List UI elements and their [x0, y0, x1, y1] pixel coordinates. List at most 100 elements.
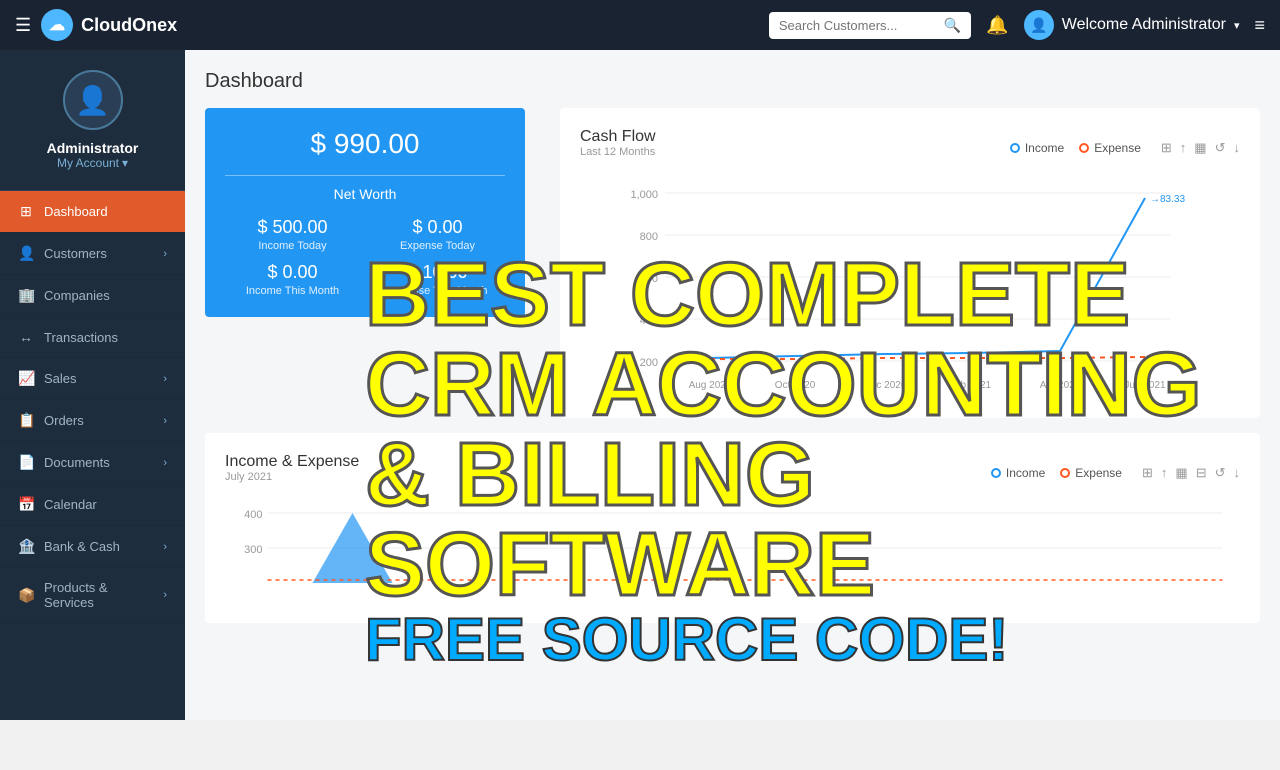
chevron-right-icon: ›	[163, 457, 167, 469]
ie-expense-dot	[1060, 468, 1070, 478]
ie-chart-grid-icon[interactable]: ⊟	[1196, 465, 1207, 481]
bell-icon[interactable]: 🔔	[986, 15, 1008, 36]
search-icon[interactable]: 🔍	[944, 17, 961, 34]
income-today-value: $ 500.00	[225, 217, 360, 238]
chevron-right-icon: ›	[163, 415, 167, 427]
my-account-link[interactable]: My Account ▾	[57, 156, 128, 170]
sidebar-item-documents[interactable]: 📄 Documents ›	[0, 442, 185, 484]
cash-flow-title: Cash Flow	[580, 128, 656, 146]
sales-icon: 📈	[18, 370, 34, 387]
sidebar-item-bank[interactable]: 🏦 Bank & Cash ›	[0, 526, 185, 568]
expense-dot	[1079, 143, 1089, 153]
income-dot	[1010, 143, 1020, 153]
sidebar-item-label: Products & Services	[44, 580, 153, 610]
svg-text:→: →	[1150, 194, 1160, 205]
income-expense-svg: 400 300	[225, 498, 1240, 598]
expense-today-label: Expense Today	[370, 240, 505, 252]
dashboard-icon: ⊞	[18, 203, 34, 220]
legend-income: Income	[1010, 141, 1064, 155]
chevron-right-icon: ›	[163, 589, 167, 601]
sidebar-item-companies[interactable]: 🏢 Companies	[0, 275, 185, 317]
svg-text:→: →	[1150, 353, 1160, 364]
logo: ☁ CloudOnex	[41, 9, 177, 41]
ie-chart-refresh-icon[interactable]: ↺	[1215, 465, 1226, 481]
svg-text:200: 200	[640, 357, 658, 369]
search-input[interactable]	[779, 18, 939, 33]
user-area[interactable]: 👤 Welcome Administrator ▾	[1024, 10, 1240, 40]
ie-legend-expense: Expense	[1060, 466, 1122, 480]
nav-menu-icon[interactable]: ≡	[1254, 15, 1265, 36]
ie-chart-title: Income & Expense	[225, 453, 359, 471]
income-month-value: $ 0.00	[225, 262, 360, 283]
svg-text:Oct 2020: Oct 2020	[775, 380, 816, 391]
svg-text:Apr 2021: Apr 2021	[1040, 380, 1081, 391]
search-box[interactable]: 🔍	[769, 12, 971, 39]
ie-chart-table-icon[interactable]: ⊞	[1142, 465, 1153, 481]
chart-refresh-icon[interactable]: ↺	[1215, 140, 1226, 156]
orders-icon: 📋	[18, 412, 34, 429]
sidebar-item-label: Customers	[44, 246, 107, 261]
ie-chart-legend: Income Expense	[991, 466, 1122, 480]
sidebar-item-orders[interactable]: 📋 Orders ›	[0, 400, 185, 442]
profile-avatar: 👤	[63, 70, 123, 130]
navbar: ☰ ☁ CloudOnex 🔍 🔔 👤 Welcome Administrato…	[0, 0, 1280, 50]
bank-icon: 🏦	[18, 538, 34, 555]
chart-bar-icon[interactable]: ▦	[1194, 140, 1206, 156]
sidebar-item-sales[interactable]: 📈 Sales ›	[0, 358, 185, 400]
stats-card: $ 990.00 Net Worth $ 500.00 Income Today…	[205, 108, 525, 317]
avatar-icon: 👤	[75, 84, 110, 117]
profile-name: Administrator	[47, 140, 139, 156]
chart-upload-icon[interactable]: ↑	[1180, 140, 1187, 156]
svg-text:300: 300	[244, 544, 262, 556]
svg-text:Feb 2021: Feb 2021	[949, 380, 992, 391]
svg-text:Dec 2020: Dec 2020	[864, 380, 907, 391]
customers-icon: 👤	[18, 245, 34, 262]
calendar-icon: 📅	[18, 496, 34, 513]
expense-month-value: $ 10.00	[370, 262, 505, 283]
user-icon: 👤	[1030, 17, 1047, 34]
chevron-right-icon: ›	[163, 248, 167, 260]
sidebar-item-label: Orders	[44, 413, 84, 428]
companies-icon: 🏢	[18, 287, 34, 304]
income-today-label: Income Today	[225, 240, 360, 252]
ie-chart-download-icon[interactable]: ↓	[1234, 465, 1241, 481]
legend-expense: Expense	[1079, 141, 1141, 155]
chart-download-icon[interactable]: ↓	[1234, 140, 1241, 156]
chart-actions: ⊞ ↑ ▦ ↺ ↓	[1161, 140, 1240, 156]
cloud-icon: ☁	[49, 15, 65, 35]
income-expense-chart-header: Income & Expense July 2021 Income Expens…	[225, 453, 1240, 493]
ie-chart-title-area: Income & Expense July 2021	[225, 453, 359, 493]
sidebar-item-label: Dashboard	[44, 204, 108, 219]
expense-today-stat: $ 0.00 Expense Today	[370, 217, 505, 252]
navbar-right: 🔍 🔔 👤 Welcome Administrator ▾ ≡	[769, 10, 1265, 40]
svg-text:600: 600	[640, 273, 658, 285]
chevron-right-icon: ›	[163, 373, 167, 385]
sidebar-item-products[interactable]: 📦 Products & Services ›	[0, 568, 185, 623]
sidebar: 👤 Administrator My Account ▾ ⊞ Dashboard…	[0, 50, 185, 720]
chevron-right-icon: ›	[163, 541, 167, 553]
sidebar-item-customers[interactable]: 👤 Customers ›	[0, 233, 185, 275]
chart-title-area: Cash Flow Last 12 Months	[580, 128, 656, 168]
svg-text:400: 400	[640, 315, 658, 327]
sidebar-item-calendar[interactable]: 📅 Calendar	[0, 484, 185, 526]
sidebar-item-label: Calendar	[44, 497, 97, 512]
income-month-stat: $ 0.00 Income This Month	[225, 262, 360, 297]
ie-chart-bar-icon[interactable]: ▦	[1175, 465, 1187, 481]
dashboard-row: $ 990.00 Net Worth $ 500.00 Income Today…	[205, 108, 1260, 418]
hamburger-icon[interactable]: ☰	[15, 15, 31, 36]
ie-income-dot	[991, 468, 1001, 478]
logo-circle: ☁	[41, 9, 73, 41]
svg-text:Jun 2021: Jun 2021	[1124, 380, 1166, 391]
svg-text:Aug 2020: Aug 2020	[689, 380, 732, 391]
ie-chart-upload-icon[interactable]: ↑	[1161, 465, 1168, 481]
sidebar-item-transactions[interactable]: ↔ Transactions	[0, 317, 185, 358]
expense-today-value: $ 0.00	[370, 217, 505, 238]
income-expense-chart-card: Income & Expense July 2021 Income Expens…	[205, 433, 1260, 623]
sidebar-item-dashboard[interactable]: ⊞ Dashboard	[0, 191, 185, 233]
navbar-left: ☰ ☁ CloudOnex	[15, 9, 177, 41]
net-worth-value: $ 990.00	[225, 128, 505, 176]
chart-header: Cash Flow Last 12 Months Income Expense	[580, 128, 1240, 168]
chart-table-icon[interactable]: ⊞	[1161, 140, 1172, 156]
cash-flow-svg: 1,000 800 600 400 200 Aug 2020 Oct 2020 …	[580, 173, 1240, 393]
logo-text[interactable]: CloudOnex	[81, 15, 177, 36]
